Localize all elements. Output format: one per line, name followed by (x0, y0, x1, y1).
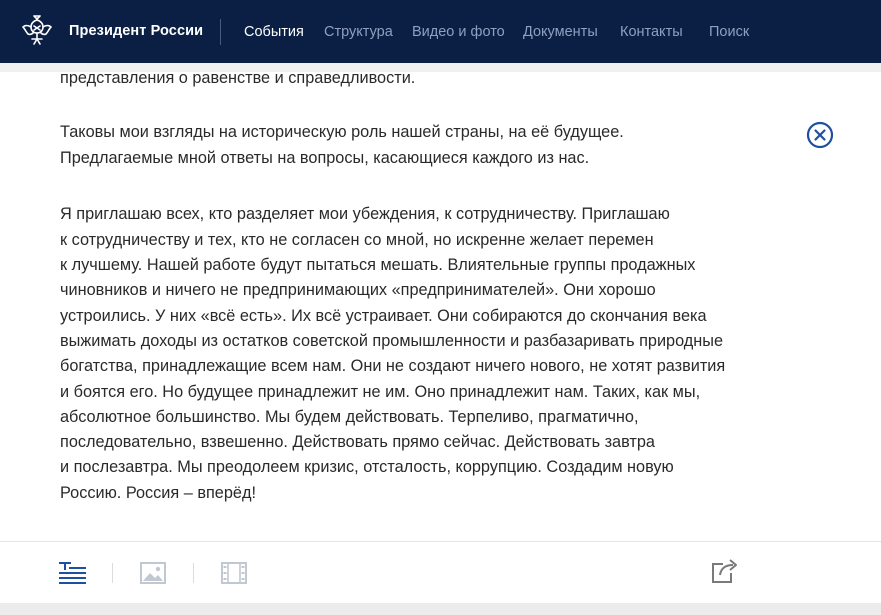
nav-item-contacts[interactable]: Контакты (620, 24, 683, 40)
nav-item-events[interactable]: События (244, 24, 304, 40)
article-line: последовательно, взвешенно. Действовать … (60, 433, 655, 451)
article-line: к лучшему. Нашей работе будут пытаться м… (60, 256, 696, 274)
top-navigation-bar: Президент России События Структура Видео… (0, 0, 881, 63)
nav-item-documents[interactable]: Документы (523, 24, 598, 40)
emblem-icon[interactable] (22, 15, 52, 47)
article-line: и боятся его. Но будущее принадлежит не … (60, 383, 701, 401)
article-line: Россию. Россия – вперёд! (60, 484, 256, 502)
photo-icon[interactable] (140, 562, 166, 584)
article-line: представления о равенстве и справедливос… (60, 69, 416, 87)
text-view-icon[interactable] (59, 562, 86, 584)
article-line: Таковы мои взгляды на историческую роль … (60, 123, 624, 141)
toolbar-separator (112, 563, 113, 583)
nav-item-search[interactable]: Поиск (709, 24, 749, 40)
article-line: к сотрудничеству и тех, кто не согласен … (60, 231, 654, 249)
article-line: выжимать доходы из остатков советской пр… (60, 332, 724, 350)
article-line: Предлагаемые мной ответы на вопросы, кас… (60, 149, 590, 167)
share-icon[interactable] (711, 558, 740, 584)
video-icon[interactable] (221, 562, 247, 584)
toolbar-divider (0, 541, 881, 542)
brand-title[interactable]: Президент России (69, 23, 203, 39)
toolbar-separator (193, 563, 194, 583)
header-divider (220, 19, 221, 45)
article-line: устроились. У них «всё есть». Их всё уст… (60, 307, 707, 325)
nav-item-structure[interactable]: Структура (324, 24, 393, 40)
close-icon[interactable] (806, 121, 834, 149)
bottom-strip (0, 603, 881, 615)
nav-item-video-photo[interactable]: Видео и фото (412, 24, 505, 40)
article-line: абсолютное большинство. Мы будем действо… (60, 408, 639, 426)
article-line: Я приглашаю всех, кто разделяет мои убеж… (60, 205, 670, 223)
article-line: чиновников и ничего не предпринимающих «… (60, 281, 656, 299)
article-line: богатства, принадлежащие всем нам. Они н… (60, 357, 726, 375)
article-line: и послезавтра. Мы преодолеем кризис, отс… (60, 458, 674, 476)
